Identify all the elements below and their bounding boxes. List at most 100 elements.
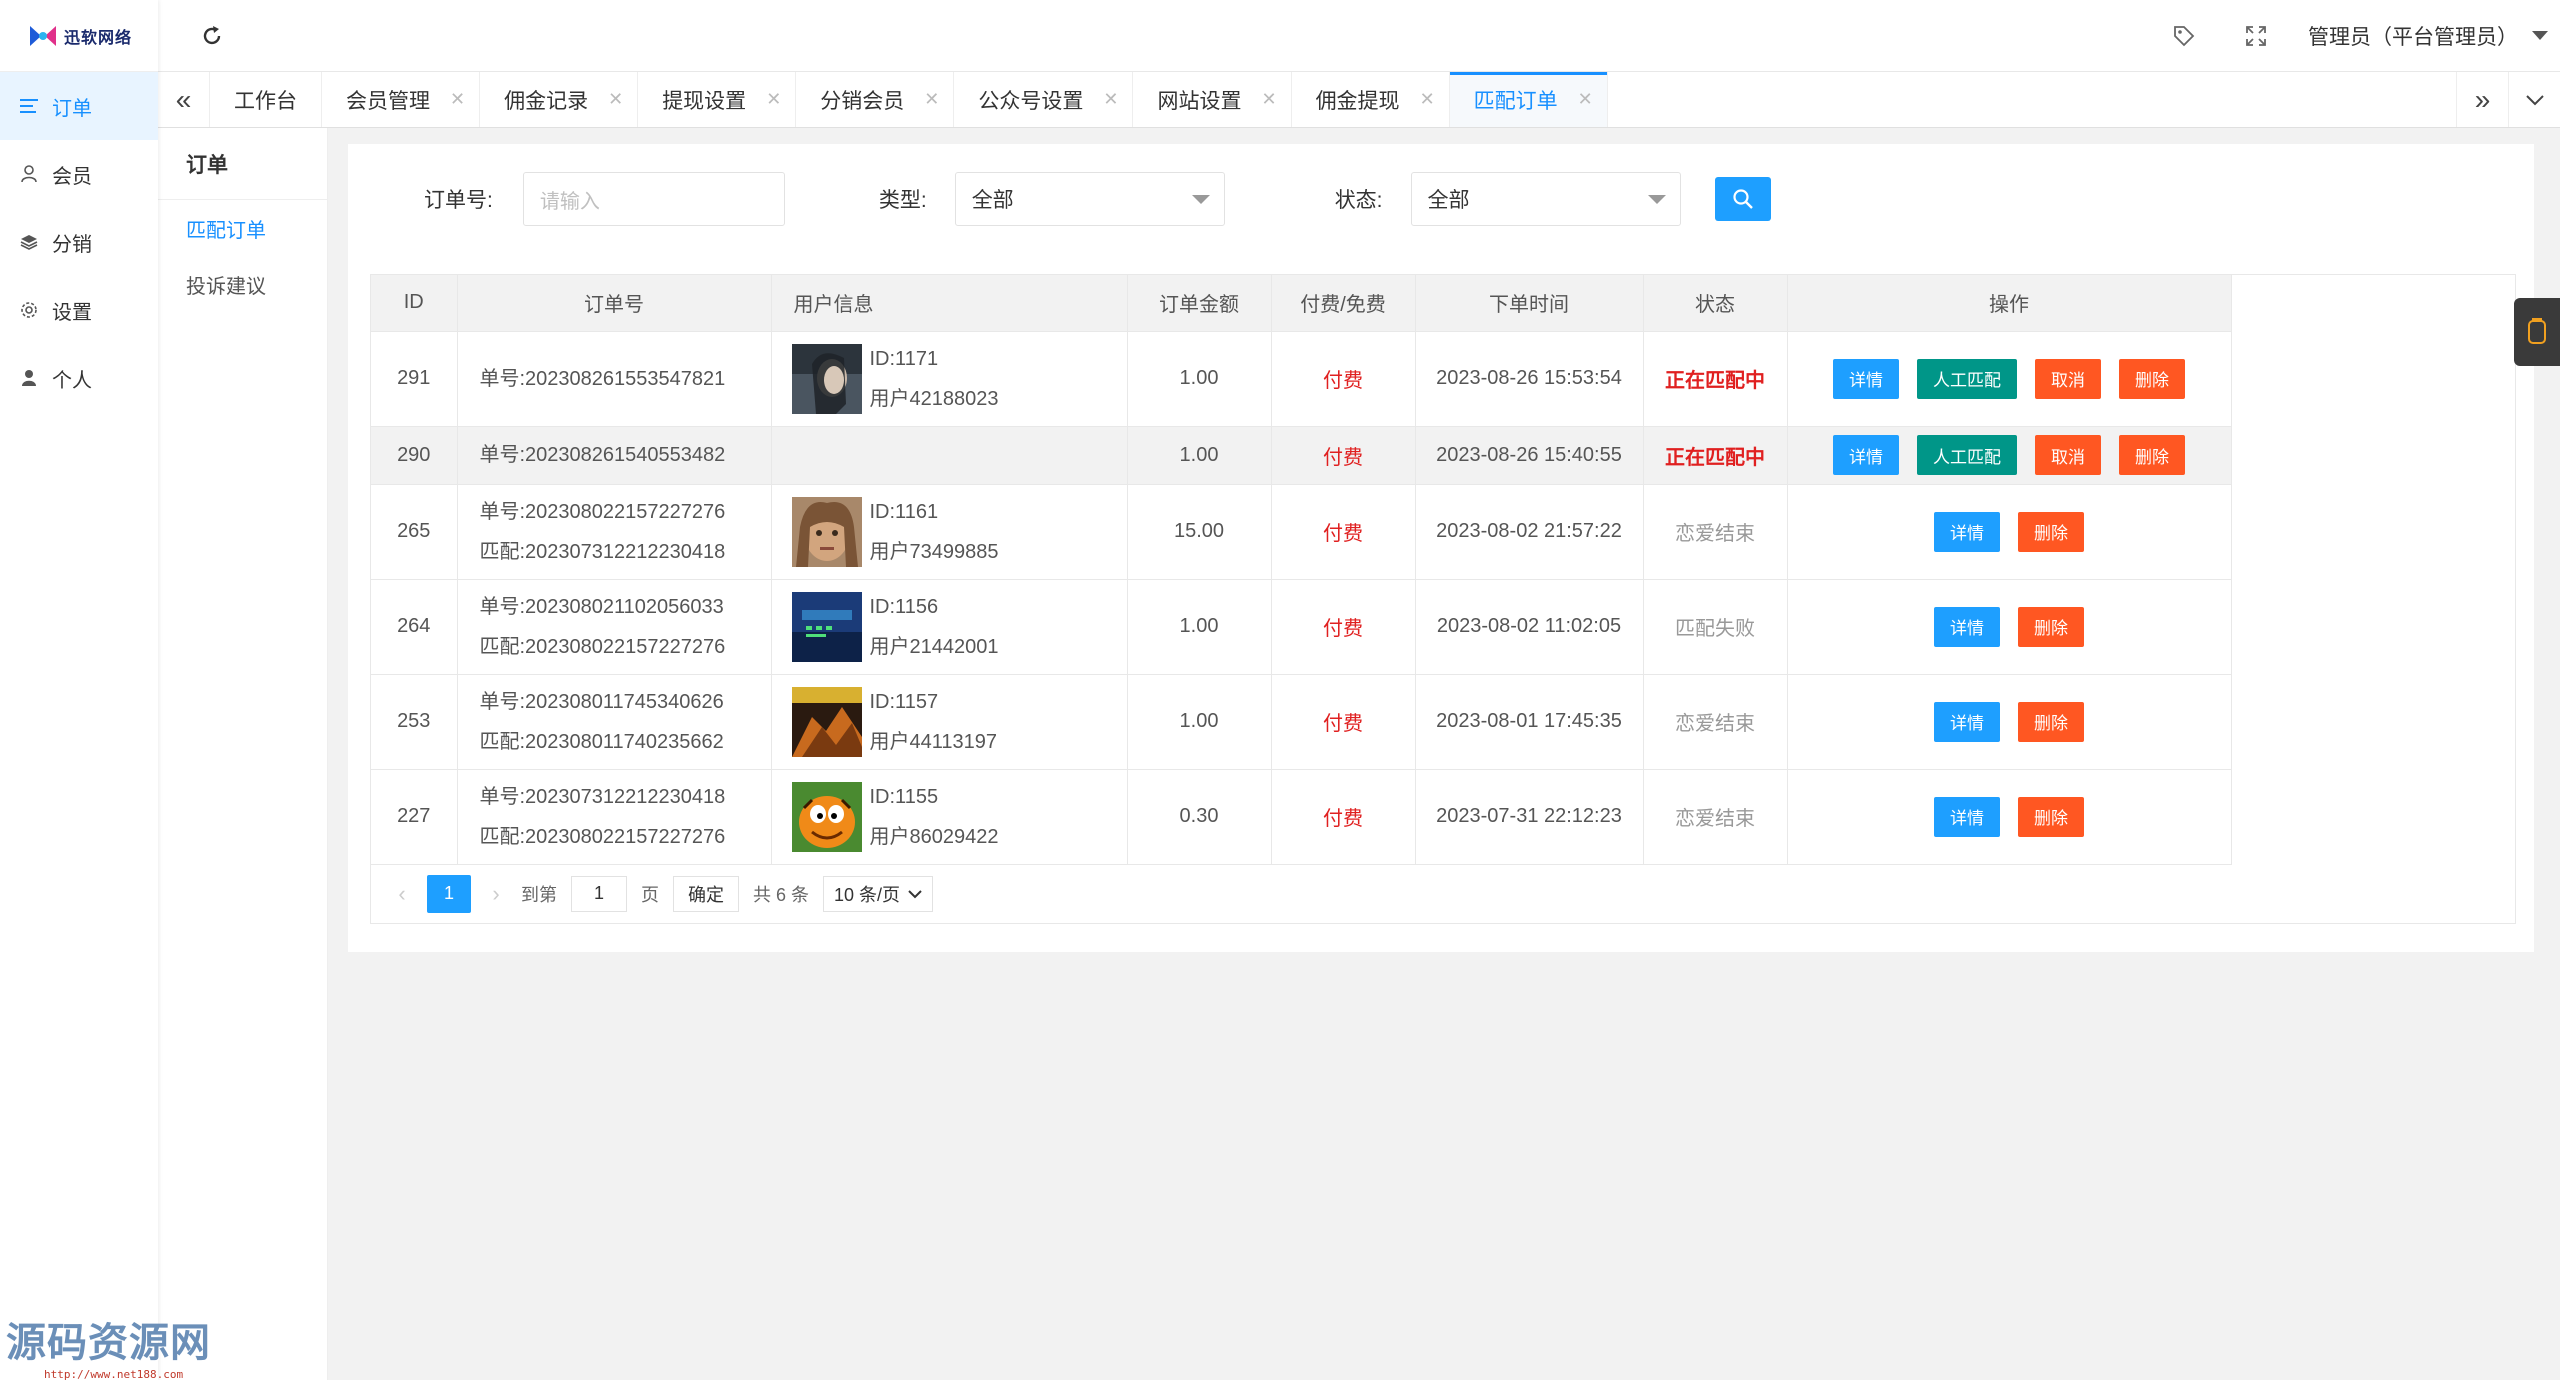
detail-button[interactable]: 详情 xyxy=(1934,511,2000,552)
cell-pay-type: 付费 xyxy=(1271,484,1416,580)
cell-id: 253 xyxy=(371,674,458,770)
status-select[interactable]: 全部 xyxy=(1410,172,1681,226)
sidebar-item-label: 设置 xyxy=(52,301,92,324)
tab-commission-records[interactable]: 佣金记录 ✕ xyxy=(480,72,639,127)
tabs-bar: « 工作台 会员管理 ✕ 佣金记录 ✕ 提现设置 ✕ 分销会员 ✕ 公众号设置 ✕ 网站设… xyxy=(158,72,2560,128)
user-id: ID:1171 xyxy=(869,347,939,370)
cancel-button[interactable]: 取消 xyxy=(2035,358,2101,399)
admin-menu[interactable]: 管理员（平台管理员） xyxy=(2292,21,2560,51)
cell-status: 正在匹配中 xyxy=(1643,426,1788,485)
detail-button[interactable]: 详情 xyxy=(1934,796,2000,837)
submenu-item-complaints[interactable]: 投诉建议 xyxy=(158,256,327,312)
delete-button[interactable]: 删除 xyxy=(2018,796,2084,837)
tabs-scroll-right-icon[interactable]: » xyxy=(2456,72,2508,127)
goto-label: 到第 xyxy=(521,884,557,905)
close-icon[interactable]: ✕ xyxy=(1578,89,1593,110)
delete-button[interactable]: 删除 xyxy=(2119,435,2185,475)
close-icon[interactable]: ✕ xyxy=(450,89,465,110)
cell-id: 265 xyxy=(371,484,458,580)
cell-amount: 1.00 xyxy=(1127,579,1272,675)
delete-button[interactable]: 删除 xyxy=(2018,606,2084,647)
tag-icon[interactable] xyxy=(2148,0,2220,72)
detail-button[interactable]: 详情 xyxy=(1934,606,2000,647)
cell-pay-type: 付费 xyxy=(1271,331,1416,427)
tab-distribution-members[interactable]: 分销会员 ✕ xyxy=(796,72,955,127)
user-avatar xyxy=(791,686,862,757)
order-number-text: 单号:202307312212230418 xyxy=(479,785,726,808)
cell-pay-type: 付费 xyxy=(1271,579,1416,675)
match-number-text: 匹配:202308022157227276 xyxy=(479,635,726,658)
search-button[interactable] xyxy=(1714,177,1771,221)
content-card: 订单号: 请输入 类型: 全部 状态: 全部 ID 订单号 用户信息 订单金额 … xyxy=(348,144,2534,952)
page-size-select[interactable]: 10 条/页 xyxy=(823,875,934,912)
column-header: 付费/免费 xyxy=(1271,275,1416,332)
page-number-current[interactable]: 1 xyxy=(427,874,471,913)
match-number-text: 匹配:202307312212230418 xyxy=(479,540,726,563)
cancel-button[interactable]: 取消 xyxy=(2035,435,2101,475)
logo[interactable]: 迅软网络 xyxy=(0,0,158,72)
fullscreen-icon[interactable] xyxy=(2220,0,2292,72)
close-icon[interactable]: ✕ xyxy=(608,89,623,110)
tab-list: 工作台 会员管理 ✕ 佣金记录 ✕ 提现设置 ✕ 分销会员 ✕ 公众号设置 ✕ 网站设置 ✕… xyxy=(210,72,2456,127)
cell-amount: 1.00 xyxy=(1127,331,1272,427)
cell-id: 264 xyxy=(371,579,458,675)
prev-page-icon[interactable]: ‹ xyxy=(391,881,413,907)
column-header: ID xyxy=(371,275,458,332)
refresh-icon[interactable] xyxy=(198,22,226,50)
close-icon[interactable]: ✕ xyxy=(766,89,781,110)
cell-order-time: 2023-08-02 11:02:05 xyxy=(1415,579,1644,675)
floating-side-widget[interactable] xyxy=(2514,298,2560,366)
type-select[interactable]: 全部 xyxy=(954,172,1225,226)
tab-match-orders[interactable]: 匹配订单 ✕ xyxy=(1449,72,1608,127)
cell-status: 正在匹配中 xyxy=(1643,331,1788,427)
goto-confirm-button[interactable]: 确定 xyxy=(673,875,739,912)
cell-actions: 详情 人工匹配 取消 删除 xyxy=(1787,331,2232,427)
list-icon xyxy=(20,97,38,115)
tab-website-settings[interactable]: 网站设置 ✕ xyxy=(1133,72,1292,127)
manual-match-button[interactable]: 人工匹配 xyxy=(1917,358,2017,399)
sidebar-item-settings[interactable]: 设置 xyxy=(0,276,158,344)
admin-label: 管理员（平台管理员） xyxy=(2308,25,2518,49)
left-sidebar: 迅软网络 订单 会员 分销 设置 个人 xyxy=(0,0,158,1380)
tab-member-management[interactable]: 会员管理 ✕ xyxy=(322,72,481,127)
close-icon[interactable]: ✕ xyxy=(924,89,939,110)
detail-button[interactable]: 详情 xyxy=(1833,358,1899,399)
order-number-input[interactable]: 请输入 xyxy=(522,172,785,226)
sidebar-item-label: 订单 xyxy=(52,97,92,120)
cell-amount: 1.00 xyxy=(1127,674,1272,770)
gear-icon xyxy=(20,301,38,319)
tab-official-account-settings[interactable]: 公众号设置 ✕ xyxy=(954,72,1134,127)
submenu-item-match-orders[interactable]: 匹配订单 xyxy=(158,200,327,256)
tab-label: 佣金记录 xyxy=(504,89,589,113)
table-row: 227 单号:202307312212230418 匹配:20230802215… xyxy=(371,769,2232,865)
tab-label: 佣金提现 xyxy=(1315,89,1400,113)
tab-commission-withdraw[interactable]: 佣金提现 ✕ xyxy=(1292,72,1450,127)
tab-label: 网站设置 xyxy=(1157,89,1242,113)
close-icon[interactable]: ✕ xyxy=(1420,89,1435,110)
close-icon[interactable]: ✕ xyxy=(1103,89,1118,110)
detail-button[interactable]: 详情 xyxy=(1934,701,2000,742)
delete-button[interactable]: 删除 xyxy=(2018,701,2084,742)
sidebar-item-personal[interactable]: 个人 xyxy=(0,344,158,412)
next-page-icon[interactable]: › xyxy=(485,881,507,907)
manual-match-button[interactable]: 人工匹配 xyxy=(1917,435,2017,475)
cell-amount: 15.00 xyxy=(1127,484,1272,580)
sidebar-item-orders[interactable]: 订单 xyxy=(0,72,158,140)
detail-button[interactable]: 详情 xyxy=(1833,435,1899,475)
sidebar-item-members[interactable]: 会员 xyxy=(0,140,158,208)
goto-page-input[interactable]: 1 xyxy=(571,875,627,912)
tabs-scroll-left-icon[interactable]: « xyxy=(158,72,210,127)
tab-withdraw-settings[interactable]: 提现设置 ✕ xyxy=(638,72,797,127)
cell-order-time: 2023-08-02 21:57:22 xyxy=(1415,484,1644,580)
delete-button[interactable]: 删除 xyxy=(2119,358,2185,399)
sidebar-item-distribution[interactable]: 分销 xyxy=(0,208,158,276)
close-icon[interactable]: ✕ xyxy=(1261,89,1276,110)
user-id: ID:1161 xyxy=(869,500,939,523)
tabs-menu-chevron-down-icon[interactable] xyxy=(2508,72,2560,127)
column-header: 状态 xyxy=(1643,275,1788,332)
user-name: 用户86029422 xyxy=(869,825,999,848)
delete-button[interactable]: 删除 xyxy=(2018,511,2084,552)
user-name: 用户73499885 xyxy=(869,540,999,563)
order-number-text: 单号:202308261553547821 xyxy=(479,367,726,390)
tab-workbench[interactable]: 工作台 xyxy=(210,72,322,127)
